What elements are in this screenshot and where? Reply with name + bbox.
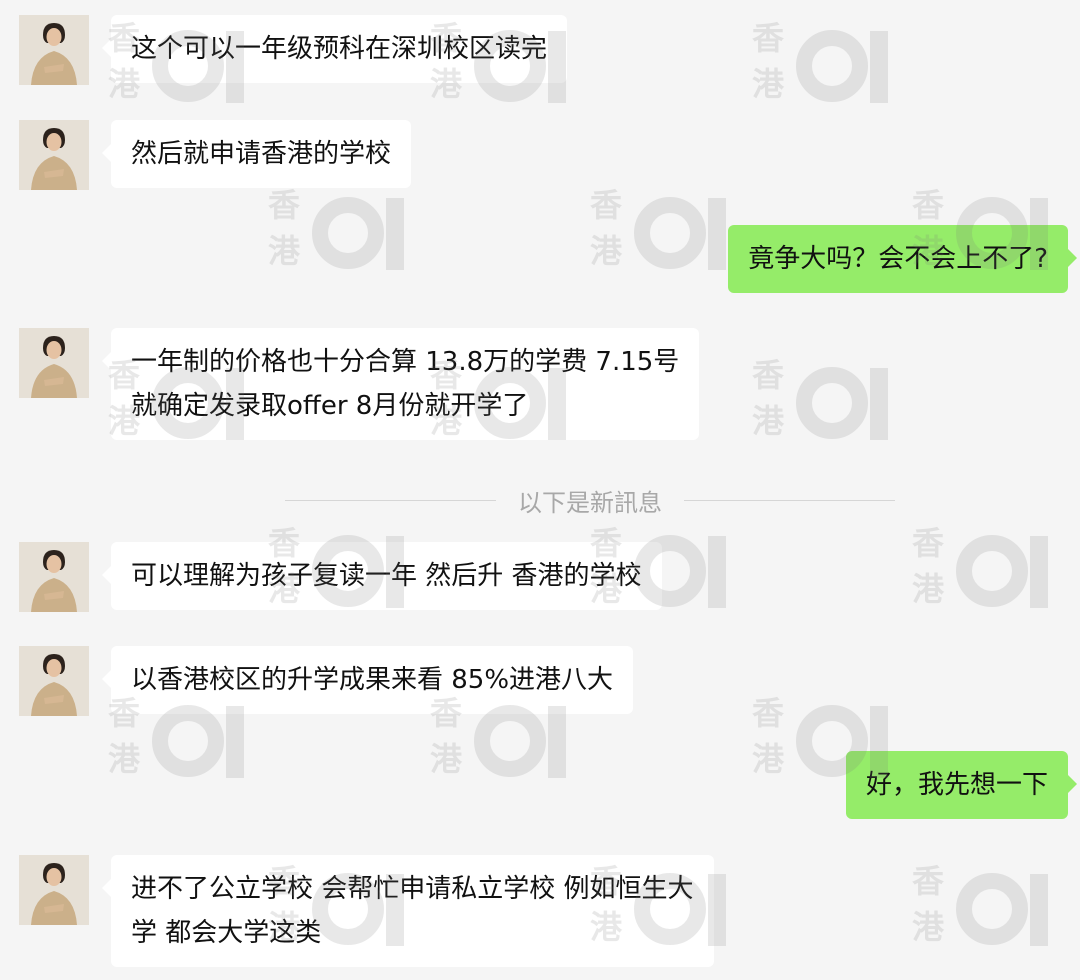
avatar[interactable]: [19, 120, 89, 190]
message-text: 好，我先想一下: [865, 770, 1048, 800]
avatar[interactable]: [19, 15, 89, 85]
watermark-text: 香港: [752, 19, 785, 103]
message-bubble-incoming[interactable]: 然后就申请香港的学校: [101, 120, 412, 188]
message-bubble-incoming[interactable]: 可以理解为孩子复读一年 然后升 香港的学校: [102, 542, 662, 610]
new-messages-divider: 以下是新訊息: [285, 480, 895, 520]
hk01-logo-icon: [956, 535, 1048, 608]
watermark-text: 香港: [752, 356, 785, 440]
watermark: 香港: [752, 15, 902, 115]
watermark-text: 香港: [912, 862, 945, 946]
watermark-text: 香港: [268, 186, 301, 270]
message-bubble-outgoing[interactable]: 竟争大吗？会不会上不了?: [728, 225, 1077, 293]
person-avatar-icon: [19, 646, 89, 716]
person-avatar-icon: [19, 542, 89, 612]
message-text-line: 一年制的价格也十分合算 13.8万的学费 7.15号: [131, 347, 680, 377]
message-text: 以香港校区的升学成果来看 85%进港八大: [131, 665, 614, 695]
message-text: 竟争大吗？会不会上不了?: [748, 244, 1048, 274]
avatar[interactable]: [19, 646, 89, 716]
message-bubble-incoming[interactable]: 以香港校区的升学成果来看 85%进港八大: [101, 646, 634, 714]
message-text-line: 进不了公立学校 会帮忙申请私立学校 例如恒生大: [131, 874, 694, 904]
message-text-line: 就确定发录取offer 8月份就开学了: [131, 391, 529, 421]
avatar[interactable]: [19, 542, 89, 612]
hk01-logo-icon: [956, 873, 1048, 946]
person-avatar-icon: [19, 120, 89, 190]
divider-rule: [684, 499, 895, 501]
watermark: 香港: [752, 352, 902, 452]
watermark-text: 香港: [912, 524, 945, 608]
hk01-logo-icon: [312, 197, 404, 270]
message-text-line: 学 都会大学这类: [131, 918, 322, 948]
divider-rule: [285, 499, 496, 501]
message-text: 可以理解为孩子复读一年 然后升 香港的学校: [131, 561, 642, 591]
watermark-text: 香港: [752, 694, 785, 778]
hk01-logo-icon: [796, 30, 888, 103]
divider-label: 以下是新訊息: [518, 488, 662, 517]
message-bubble-outgoing[interactable]: 好，我先想一下: [845, 751, 1078, 819]
avatar[interactable]: [19, 855, 89, 925]
watermark: 香港: [590, 182, 740, 282]
message-bubble-incoming[interactable]: 这个可以一年级预科在深圳校区读完: [101, 15, 568, 83]
watermark: 香港: [912, 858, 1062, 958]
hk01-logo-icon: [796, 367, 888, 440]
person-avatar-icon: [19, 15, 89, 85]
message-text: 然后就申请香港的学校: [131, 139, 392, 169]
watermark: 香港: [912, 520, 1062, 620]
person-avatar-icon: [19, 328, 89, 398]
message-bubble-incoming[interactable]: 一年制的价格也十分合算 13.8万的学费 7.15号 就确定发录取offer 8…: [101, 328, 700, 440]
person-avatar-icon: [19, 855, 89, 925]
avatar[interactable]: [19, 328, 89, 398]
watermark: 香港: [268, 182, 418, 282]
hk01-logo-icon: [634, 197, 726, 270]
message-text: 这个可以一年级预科在深圳校区读完: [131, 34, 548, 64]
message-bubble-incoming[interactable]: 进不了公立学校 会帮忙申请私立学校 例如恒生大 学 都会大学这类: [102, 855, 714, 967]
watermark-text: 香港: [590, 186, 623, 270]
